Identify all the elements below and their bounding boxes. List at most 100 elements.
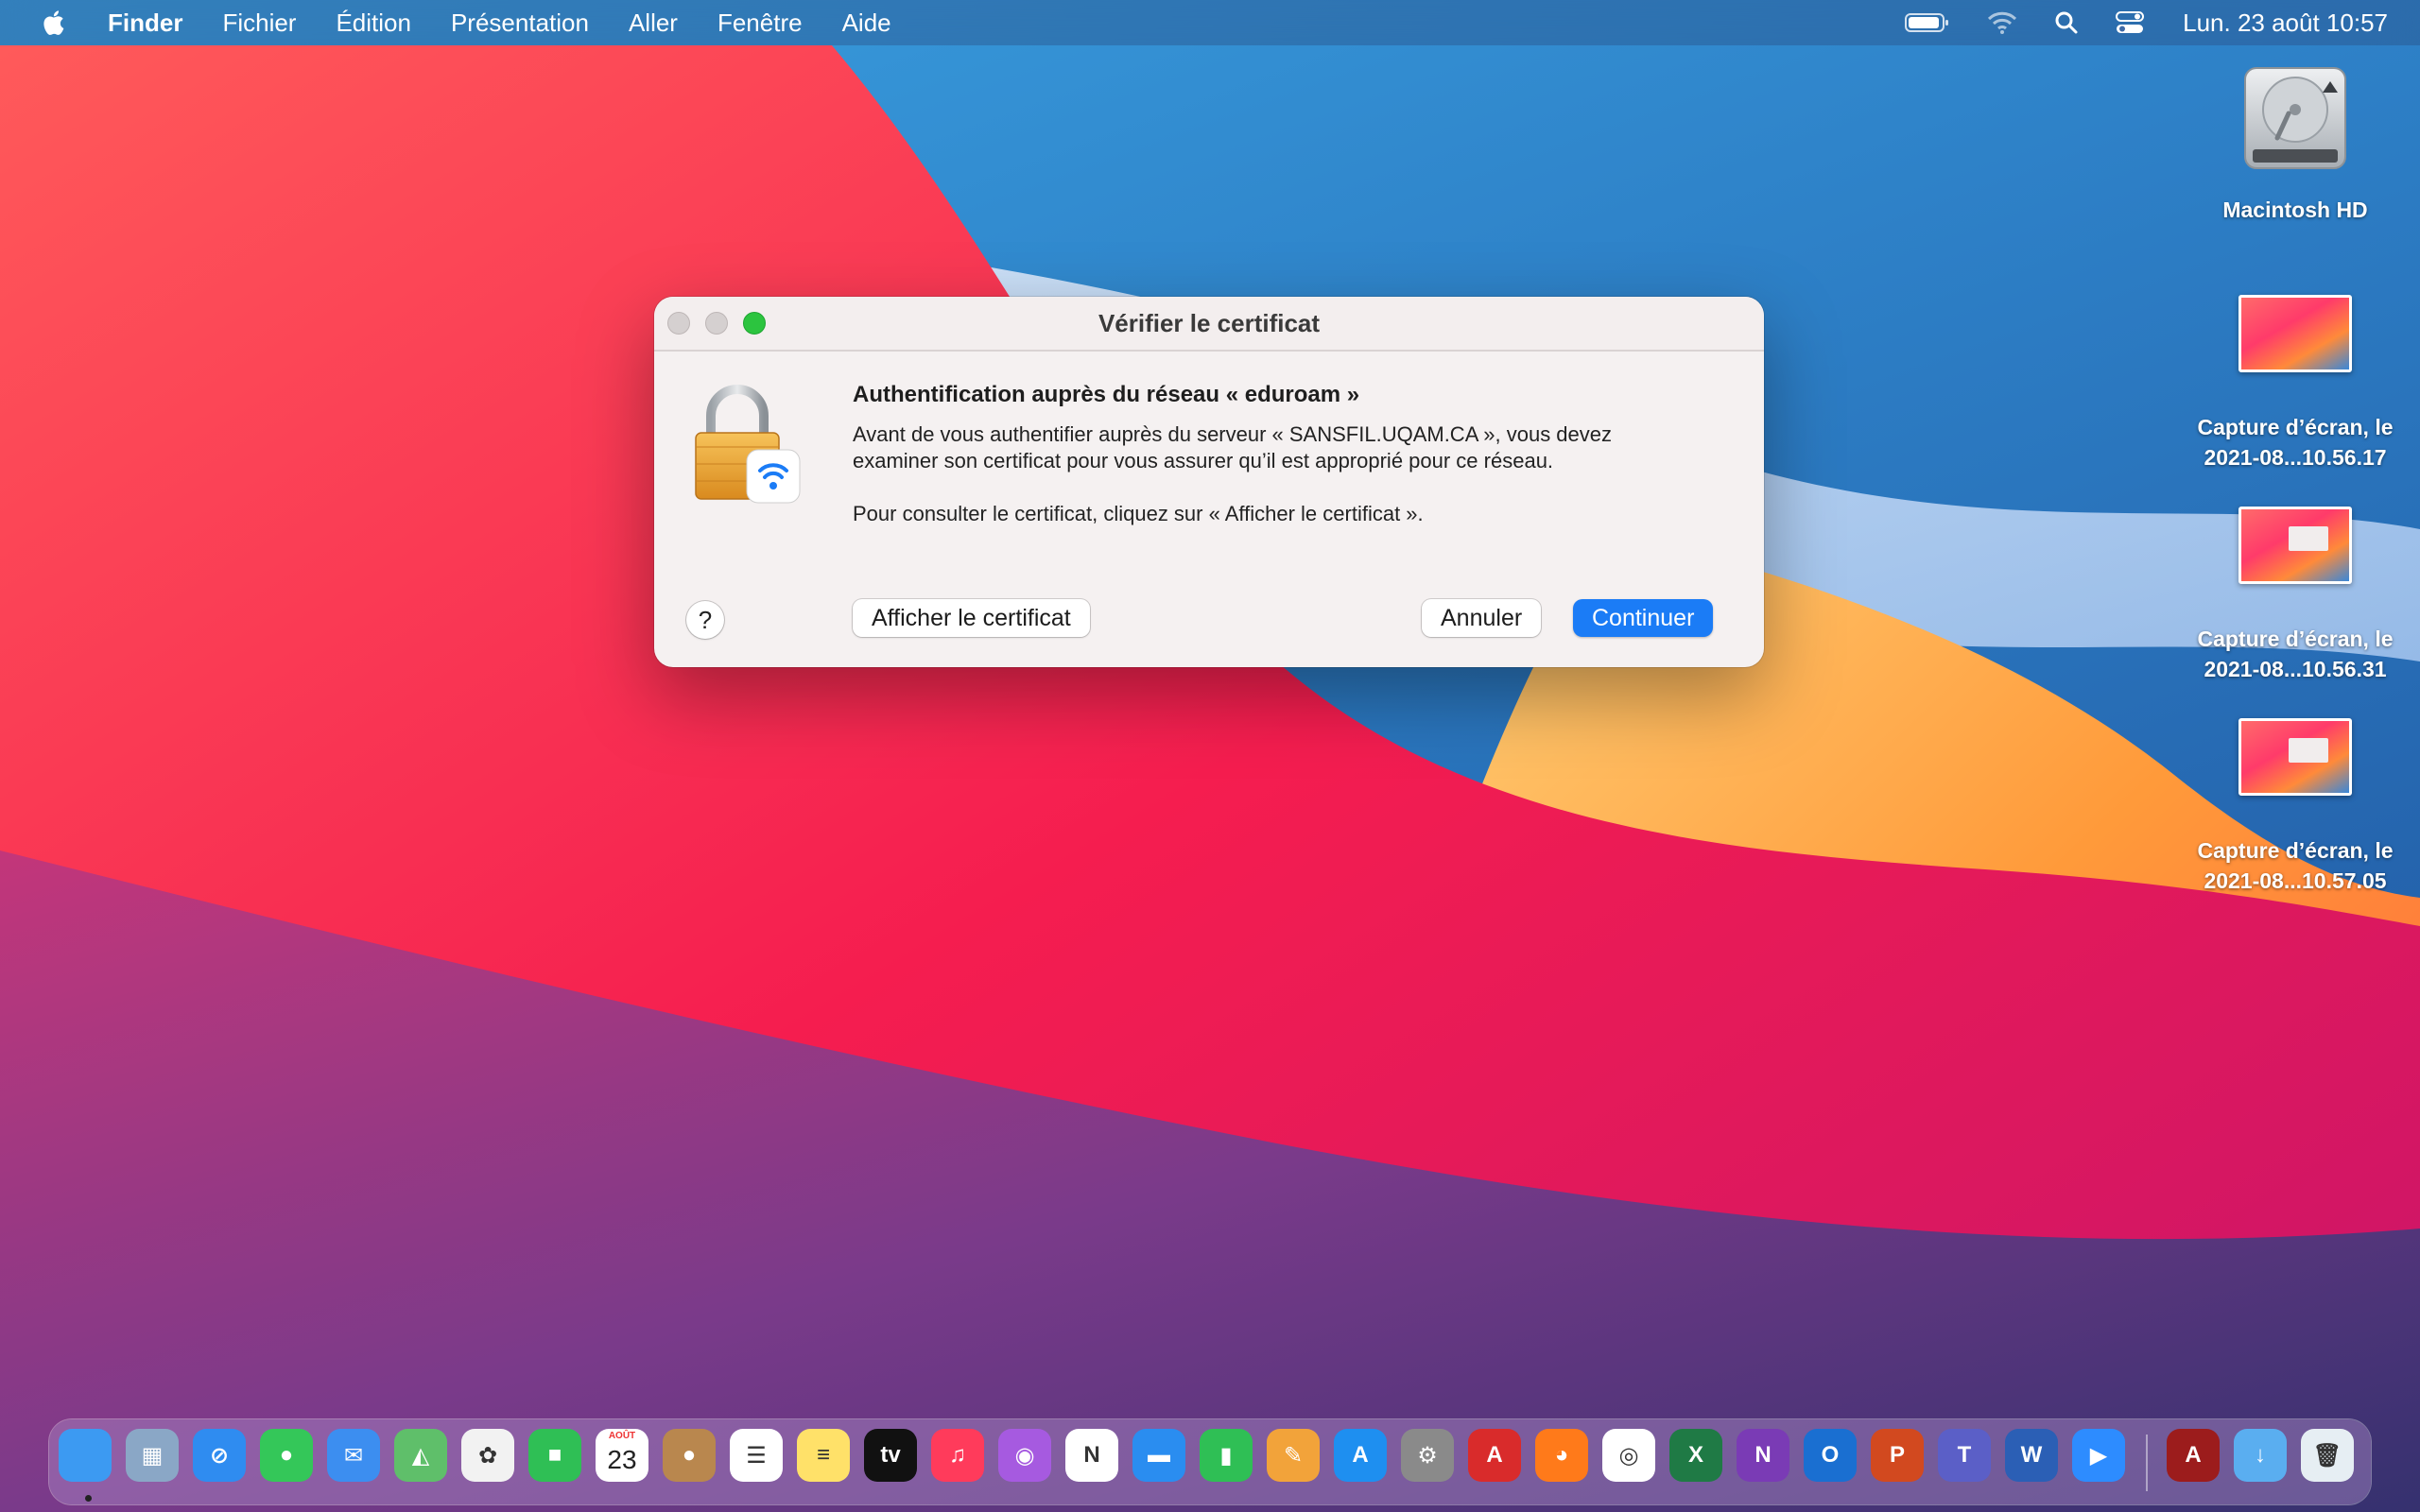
dock-firefox-icon[interactable]: ◕ — [1535, 1429, 1588, 1482]
dock-facetime-icon[interactable]: ■ — [528, 1429, 581, 1482]
menu-fichier[interactable]: Fichier — [222, 9, 296, 38]
dock-podcasts-icon[interactable]: ◉ — [998, 1429, 1051, 1482]
dock-safari-icon[interactable]: ⊘ — [193, 1429, 246, 1482]
dock-separator — [2146, 1435, 2148, 1491]
dock-icon-glyph: W — [2020, 1442, 2043, 1468]
screenshot-thumbnail — [2238, 295, 2352, 372]
desktop-icon-screenshot-3[interactable]: Capture d’écran, le 2021-08...10.57.05 — [2172, 718, 2418, 896]
desktop-icon-label: Capture d’écran, le — [2197, 838, 2394, 863]
wifi-icon[interactable] — [1986, 10, 2018, 35]
dock-teams-icon[interactable]: T — [1938, 1429, 1991, 1482]
dock-trash-icon[interactable]: 🗑 — [2301, 1429, 2354, 1482]
calendar-month: AOÛT — [608, 1431, 636, 1441]
continue-button[interactable]: Continuer — [1573, 599, 1714, 637]
status-area: Lun. 23 août 10:57 — [1869, 0, 2388, 45]
dock-icon-glyph: ◭ — [411, 1442, 430, 1469]
battery-icon[interactable] — [1905, 11, 1950, 34]
desktop-icon-label: 2021-08...10.57.05 — [2204, 868, 2387, 893]
desktop: Finder Fichier Édition Présentation Alle… — [0, 0, 2420, 1512]
desktop-icon-label: 2021-08...10.56.17 — [2204, 445, 2387, 470]
dock-icon-glyph: ✿ — [477, 1442, 498, 1469]
dock-maps-icon[interactable]: ◭ — [394, 1429, 447, 1482]
dock-onenote-icon[interactable]: N — [1737, 1429, 1789, 1482]
dock-icon-glyph: ■ — [547, 1442, 562, 1468]
dock-mail-icon[interactable]: ✉ — [327, 1429, 380, 1482]
show-certificate-button[interactable]: Afficher le certificat — [853, 599, 1090, 637]
control-center-icon[interactable] — [2115, 10, 2145, 35]
menu-clock[interactable]: Lun. 23 août 10:57 — [2183, 9, 2388, 38]
dialog-titlebar: Vérifier le certificat — [654, 297, 1764, 352]
dialog-heading: Authentification auprès du réseau « edur… — [853, 382, 1360, 407]
dock-music-icon[interactable]: ♫ — [931, 1429, 984, 1482]
screenshot-thumbnail — [2238, 507, 2352, 584]
dock-icon-glyph: ▶ — [2089, 1442, 2108, 1469]
dock-icon-glyph: ◎ — [1618, 1442, 1639, 1469]
dock-icon-glyph: ♫ — [949, 1442, 966, 1468]
screenshot-thumbnail — [2238, 718, 2352, 796]
menu-presentation[interactable]: Présentation — [451, 9, 589, 38]
cancel-button[interactable]: Annuler — [1422, 599, 1542, 637]
dock-icon-glyph: tv — [880, 1442, 901, 1468]
dock-photos-icon[interactable]: ✿ — [461, 1429, 514, 1482]
dock-news-icon[interactable]: N — [1065, 1429, 1118, 1482]
dialog-message-line: examiner son certificat pour vous assure… — [853, 449, 1554, 472]
dock-excel-icon[interactable]: X — [1669, 1429, 1722, 1482]
dock-keynote-icon[interactable]: ▬ — [1132, 1429, 1185, 1482]
dock-icon-glyph: T — [1957, 1442, 1972, 1468]
dock-icon-glyph: ● — [682, 1442, 697, 1468]
dock-icon-glyph: A — [1352, 1442, 1369, 1468]
dock-acrobat-document-icon[interactable]: A — [2167, 1429, 2220, 1482]
dock-zoom-icon[interactable]: ▶ — [2072, 1429, 2125, 1482]
dock-right-items: A ↓ 🗑 — [2167, 1429, 2368, 1482]
dock-pages-icon[interactable]: ✎ — [1267, 1429, 1320, 1482]
search-icon[interactable] — [2054, 10, 2079, 35]
dock-powerpoint-icon[interactable]: P — [1871, 1429, 1924, 1482]
dock-acrobat-reader-icon[interactable]: A — [1468, 1429, 1521, 1482]
hard-drive-icon — [2244, 67, 2346, 169]
desktop-icon-label: 2021-08...10.56.31 — [2204, 657, 2387, 681]
dock-icon-glyph: ▮ — [1219, 1442, 1233, 1469]
dock-apple-tv-icon[interactable]: tv — [864, 1429, 917, 1482]
dock-finder-icon[interactable] — [59, 1429, 112, 1482]
dock-chrome-icon[interactable]: ◎ — [1602, 1429, 1655, 1482]
dock-icon-glyph: ▬ — [1148, 1442, 1170, 1468]
menu-finder[interactable]: Finder — [108, 9, 182, 38]
menu-aide[interactable]: Aide — [842, 9, 891, 38]
dock-numbers-icon[interactable]: ▮ — [1200, 1429, 1253, 1482]
dock-app-store-icon[interactable]: A — [1334, 1429, 1387, 1482]
dock-downloads-folder-icon[interactable]: ↓ — [2234, 1429, 2287, 1482]
desktop-icon-screenshot-1[interactable]: Capture d’écran, le 2021-08...10.56.17 — [2172, 295, 2418, 472]
dock-reminders-icon[interactable]: ☰ — [730, 1429, 783, 1482]
menu-bar: Finder Fichier Édition Présentation Alle… — [0, 0, 2420, 45]
desktop-icon-screenshot-2[interactable]: Capture d’écran, le 2021-08...10.56.31 — [2172, 507, 2418, 684]
menu-aller[interactable]: Aller — [629, 9, 678, 38]
desktop-icon-label: Capture d’écran, le — [2197, 627, 2394, 651]
dock-outlook-icon[interactable]: O — [1804, 1429, 1857, 1482]
dock-word-icon[interactable]: W — [2005, 1429, 2058, 1482]
desktop-icon-macintosh-hd[interactable]: Macintosh HD — [2172, 62, 2418, 225]
apple-menu-icon[interactable] — [40, 8, 70, 38]
dock-apps: ▦ ⊘ ● ✉ ◭ ✿ ■ AOÛT 23 ● ☰ ≡ tv ♫ ◉ N ▬ ▮ ✎ A ⚙ A ◕ ◎ X N O P T W ▶ — [59, 1429, 2139, 1482]
dialog-hint: Pour consulter le certificat, cliquez su… — [853, 502, 1424, 525]
menu-edition[interactable]: Édition — [336, 9, 411, 38]
desktop-icon-label: Macintosh HD — [2222, 198, 2368, 222]
dock-launchpad-icon[interactable]: ▦ — [126, 1429, 179, 1482]
help-button[interactable]: ? — [686, 601, 724, 639]
dock-icon-glyph: ⚙ — [1417, 1442, 1438, 1469]
desktop-icon-label: Capture d’écran, le — [2197, 415, 2394, 439]
lock-wifi-icon — [695, 385, 801, 504]
dock-icon-glyph: ✎ — [1283, 1442, 1304, 1469]
dock-messages-icon[interactable]: ● — [260, 1429, 313, 1482]
dock-notes-icon[interactable]: ≡ — [797, 1429, 850, 1482]
dialog-title: Vérifier le certificat — [1098, 309, 1321, 337]
dock-icon-glyph: ↓ — [2255, 1442, 2266, 1468]
dock-system-preferences-icon[interactable]: ⚙ — [1401, 1429, 1454, 1482]
menu-fenetre[interactable]: Fenêtre — [717, 9, 803, 38]
dock-calendar-icon[interactable]: AOÛT 23 — [596, 1429, 648, 1482]
dock-icon-glyph: ◕ — [1554, 1442, 1569, 1468]
dock-contacts-icon[interactable]: ● — [663, 1429, 716, 1482]
dock-icon-glyph: N — [1754, 1442, 1772, 1468]
calendar-day: 23 — [607, 1445, 637, 1474]
dock-icon-glyph: ≡ — [816, 1442, 830, 1468]
dock-icon-glyph: ● — [279, 1442, 294, 1468]
